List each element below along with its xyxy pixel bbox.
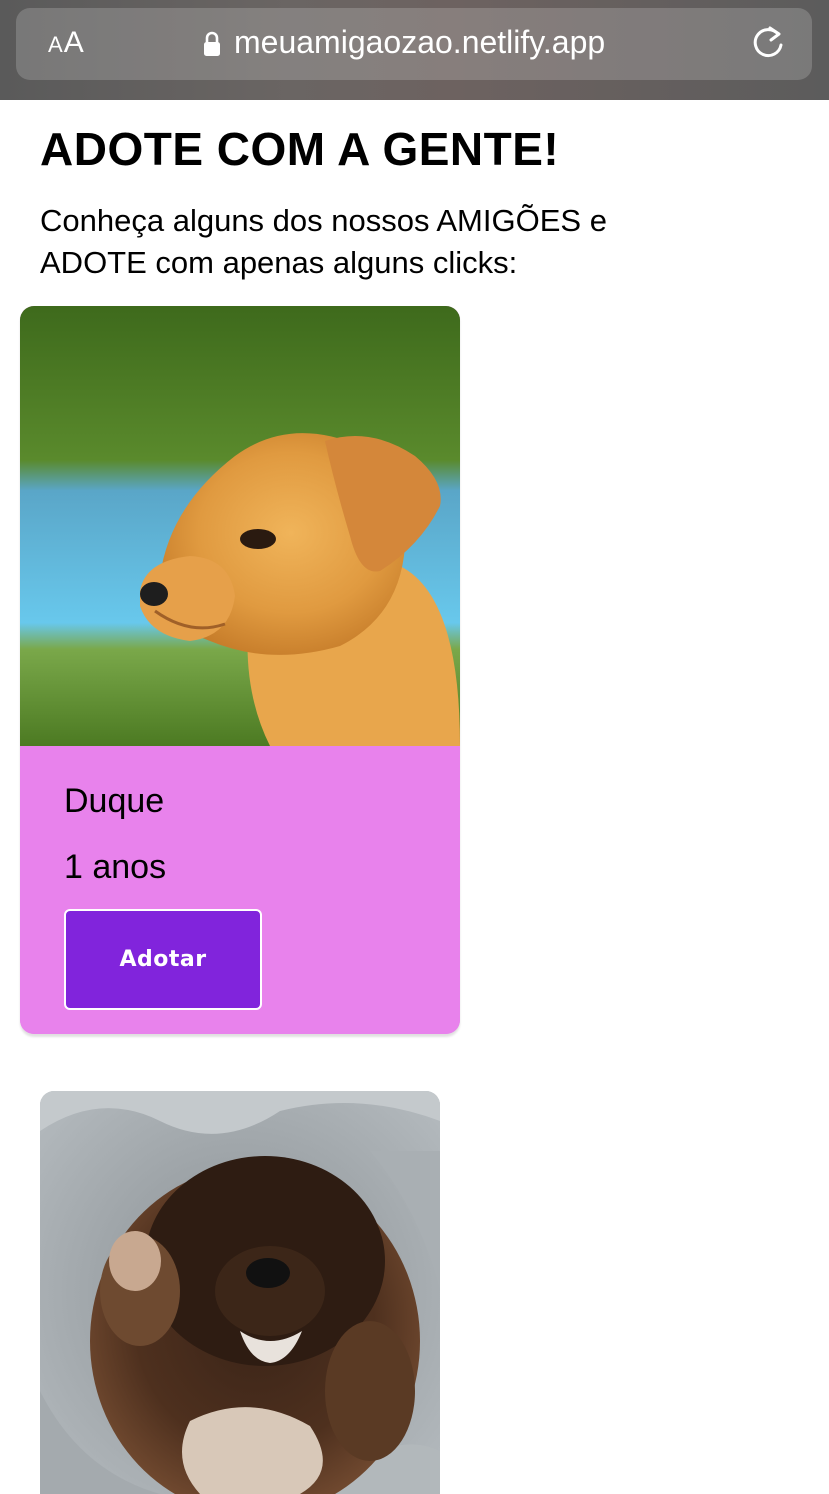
pet-age: 1 anos — [64, 848, 167, 886]
browser-toolbar: AA meuamigaozao.netlify.app — [0, 0, 829, 100]
page-title: ADOTE COM A GENTE! — [40, 123, 560, 175]
text-size-icon[interactable]: AA — [48, 26, 85, 60]
pet-name: Duque — [64, 782, 165, 820]
url-text[interactable]: meuamigaozao.netlify.app — [234, 24, 605, 61]
pet-card — [40, 1091, 440, 1494]
page-subtitle: Conheça alguns dos nossos AMIGÕES e ADOT… — [40, 203, 607, 280]
lock-icon — [204, 31, 220, 56]
address-bar[interactable]: AA meuamigaozao.netlify.app — [16, 8, 812, 80]
adopt-button[interactable]: Adotar — [64, 909, 262, 1010]
reload-icon[interactable] — [750, 24, 786, 62]
sleeping-brown-puppy-photo — [40, 1091, 440, 1494]
pet-info: Duque 1 anos Adotar — [20, 746, 460, 1034]
pet-card: Duque 1 anos Adotar — [20, 306, 460, 1034]
orange-puppy-photo — [20, 306, 460, 746]
